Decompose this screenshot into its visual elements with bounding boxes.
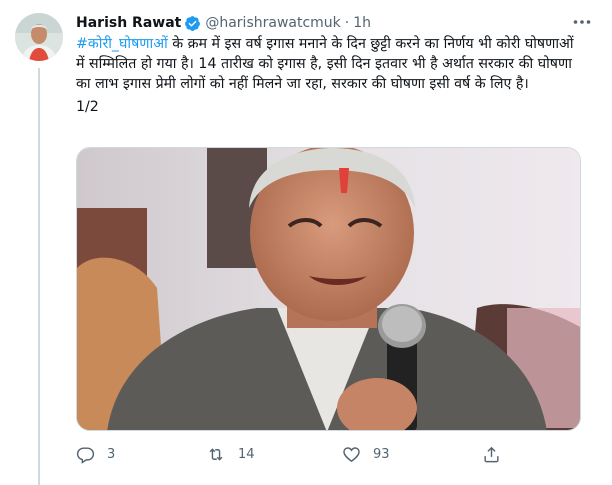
tweet-photo[interactable] xyxy=(76,147,581,431)
retweet-count: 14 xyxy=(238,446,255,462)
separator-dot: · xyxy=(344,15,350,31)
reply-button[interactable]: 3 xyxy=(76,445,115,464)
thread-page-marker: 1/2 xyxy=(76,99,99,115)
share-icon xyxy=(482,445,501,464)
author-name[interactable]: Harish Rawat xyxy=(76,15,181,31)
reply-count: 3 xyxy=(107,446,116,462)
tweet-text: #कोरी_घोषणाओं के क्रम में इस वर्ष इगास म… xyxy=(76,34,584,117)
author-handle[interactable]: @harishrawatcmuk xyxy=(205,15,340,31)
hashtag-link[interactable]: #कोरी_घोषणाओं xyxy=(76,36,168,52)
photo-image xyxy=(77,148,580,430)
like-button[interactable]: 93 xyxy=(342,445,390,464)
thread-line xyxy=(38,68,40,485)
retweet-icon xyxy=(206,445,226,464)
timestamp[interactable]: 1h xyxy=(353,15,371,31)
avatar-image xyxy=(15,13,63,61)
retweet-button[interactable]: 14 xyxy=(206,445,255,464)
heart-icon xyxy=(342,445,361,464)
share-button[interactable] xyxy=(482,445,501,464)
more-icon[interactable] xyxy=(572,14,592,30)
like-count: 93 xyxy=(373,446,390,462)
verified-badge-icon xyxy=(184,15,201,32)
tweet-header: Harish Rawat @harishrawatcmuk · 1h xyxy=(76,13,371,33)
reply-icon xyxy=(76,445,95,464)
avatar[interactable] xyxy=(15,13,63,61)
tweet-actions: 3 14 93 xyxy=(76,444,516,464)
